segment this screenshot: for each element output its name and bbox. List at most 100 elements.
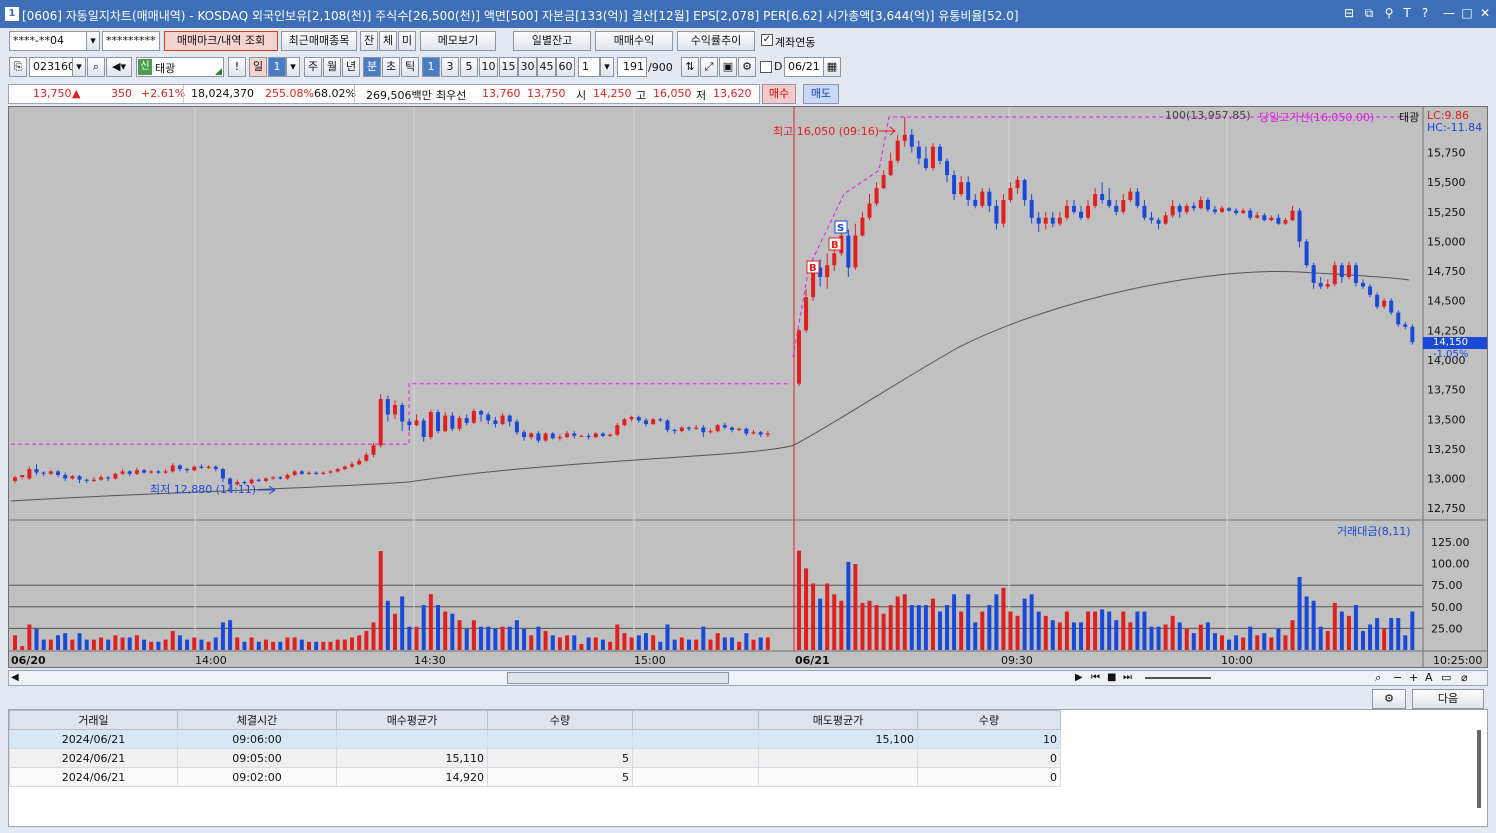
close-icon[interactable]: ✕ (1478, 6, 1492, 20)
stock-search-icon[interactable]: ⎘ (9, 57, 27, 77)
yield-trend-button[interactable]: 수익률추이 (677, 31, 755, 51)
col-header[interactable] (632, 710, 759, 730)
period-week[interactable]: 주 (304, 57, 322, 77)
stock-code-field[interactable]: 023160 (29, 57, 73, 77)
indicator-icon[interactable]: ⇅ (681, 57, 699, 77)
zoom-slider[interactable] (1145, 677, 1211, 679)
balance-button[interactable]: 잔 (360, 31, 378, 51)
scroll-right-icon[interactable]: ▶ (1075, 672, 1083, 683)
col-header[interactable]: 체결시간 (177, 710, 337, 730)
minute-3[interactable]: 3 (441, 57, 459, 77)
font-icon[interactable]: T (1400, 6, 1414, 20)
stop-icon[interactable]: ■ (1107, 672, 1116, 683)
text-tool-icon[interactable]: A (1425, 671, 1433, 684)
help-icon[interactable]: ? (1418, 6, 1432, 20)
col-header[interactable]: 매수평균가 (336, 710, 488, 730)
calendar-icon[interactable]: ▦ (823, 57, 841, 77)
settings-icon[interactable]: ⚙ (738, 57, 756, 77)
draw-tool-icon[interactable]: ⤢ (700, 57, 718, 77)
speaker-icon[interactable]: ◀▾ (106, 57, 132, 77)
chart-scrollbar[interactable]: ◀ ▶ ⏮ ■ ⏭ ⌕ − + A ▭ ⌀ (8, 670, 1488, 686)
interval-dropdown-icon[interactable]: ▾ (600, 57, 614, 77)
minute-30[interactable]: 30 (518, 57, 537, 77)
volume-bar (1248, 626, 1253, 650)
minimize-icon[interactable]: — (1442, 6, 1456, 20)
pin-icon[interactable]: ⚲ (1382, 6, 1396, 20)
zoom-out-icon[interactable]: − (1393, 671, 1402, 684)
trade-profit-button[interactable]: 매매수익 (595, 31, 673, 51)
candle (471, 410, 476, 423)
minute-45[interactable]: 45 (537, 57, 556, 77)
minute-60[interactable]: 60 (556, 57, 575, 77)
search-icon[interactable]: ⌕ (87, 57, 105, 77)
unfilled-button[interactable]: 미 (398, 31, 416, 51)
candle (701, 427, 706, 433)
volume-bar (1015, 615, 1020, 650)
period-year[interactable]: 년 (342, 57, 360, 77)
date-field[interactable]: 06/21 (784, 57, 824, 77)
save-icon[interactable]: ▣ (719, 57, 737, 77)
candle (636, 416, 641, 421)
interval-field[interactable]: 1 (578, 57, 600, 77)
col-header[interactable]: 수량 (917, 710, 1061, 730)
period-second[interactable]: 초 (382, 57, 400, 77)
account-dropdown-icon[interactable]: ▾ (86, 31, 100, 51)
volume-bar (629, 637, 634, 650)
table-row[interactable]: 2024/06/21 09:06:00 15,100 10 (9, 729, 1061, 749)
stock-legend[interactable]: 태광 (1399, 109, 1419, 125)
sell-button[interactable]: 매도 (803, 84, 839, 104)
scroll-left-icon[interactable]: ◀ (11, 672, 19, 683)
period-day[interactable]: 일 (249, 57, 267, 77)
eraser-icon[interactable]: ⌀ (1461, 671, 1468, 684)
zoom-in-icon[interactable]: + (1409, 671, 1418, 684)
buy-button[interactable]: 매수 (762, 84, 796, 104)
code-dropdown-icon[interactable]: ▾ (72, 57, 86, 77)
credit-badge: 신 (138, 59, 152, 75)
volume-bar (1177, 622, 1182, 650)
rewind-icon[interactable]: ⏮ (1091, 672, 1100, 683)
daily-balance-button[interactable]: 일별잔고 (513, 31, 591, 51)
stock-name-box[interactable]: 신 태광 (136, 57, 224, 77)
volume-bar (70, 639, 75, 650)
filled-button[interactable]: 체 (379, 31, 397, 51)
period-tick[interactable]: 틱 (401, 57, 419, 77)
count-field[interactable]: 191 (617, 57, 647, 77)
col-header[interactable]: 거래일 (9, 710, 178, 730)
candle (378, 399, 383, 446)
maximize-icon[interactable]: □ (1460, 6, 1474, 20)
col-header[interactable]: 수량 (487, 710, 633, 730)
minute-15[interactable]: 15 (499, 57, 518, 77)
alert-button[interactable]: ! (228, 57, 246, 77)
layout-icon[interactable]: ⊟ (1342, 6, 1356, 20)
date-checkbox[interactable] (760, 61, 772, 73)
ma-legend[interactable]: 100(13,957.85) (1165, 109, 1251, 122)
screen-icon[interactable]: ▭ (1441, 671, 1451, 684)
scroll-thumb[interactable] (507, 672, 729, 684)
account-field[interactable]: ****-**04 (9, 31, 87, 51)
volume-legend[interactable]: 거래대금(8,11) (1337, 523, 1411, 539)
col-header[interactable]: 매도평균가 (758, 710, 918, 730)
candlestick-chart[interactable]: 15,750 15,500 15,250 15,000 14,750 14,500 14,2… (9, 107, 1487, 667)
minute-10[interactable]: 10 (479, 57, 498, 77)
period-minute[interactable]: 분 (363, 57, 381, 77)
minute-5[interactable]: 5 (460, 57, 478, 77)
zoom-search-icon[interactable]: ⌕ (1375, 671, 1381, 685)
copy-window-icon[interactable]: ⧉ (1362, 6, 1376, 20)
recent-stocks-button[interactable]: 최근매매종목 (281, 31, 357, 51)
period-num[interactable]: 1 (268, 57, 286, 77)
account-link-checkbox[interactable]: ✓ (761, 34, 773, 46)
table-row[interactable]: 2024/06/21 09:02:00 14,920 5 0 (9, 767, 1061, 787)
minute-1[interactable]: 1 (422, 57, 440, 77)
high-line-legend[interactable]: 당일고가선(16,050.00) (1259, 109, 1374, 125)
table-scrollbar[interactable] (1477, 730, 1481, 808)
period-month[interactable]: 월 (323, 57, 341, 77)
memo-button[interactable]: 메모보기 (420, 31, 496, 51)
chart-area[interactable]: 15,750 15,500 15,250 15,000 14,750 14,500 14,2… (8, 106, 1488, 668)
forward-icon[interactable]: ⏭ (1123, 672, 1132, 683)
mark-query-button[interactable]: 매매마크/내역 조회 (164, 31, 278, 51)
password-field[interactable]: ********* (102, 31, 160, 51)
next-button[interactable]: 다음 (1412, 689, 1484, 709)
period-dropdown-icon[interactable]: ▾ (286, 57, 300, 77)
table-row[interactable]: 2024/06/21 09:05:00 15,110 5 0 (9, 748, 1061, 768)
grid-settings-icon[interactable]: ⚙ (1372, 689, 1406, 709)
